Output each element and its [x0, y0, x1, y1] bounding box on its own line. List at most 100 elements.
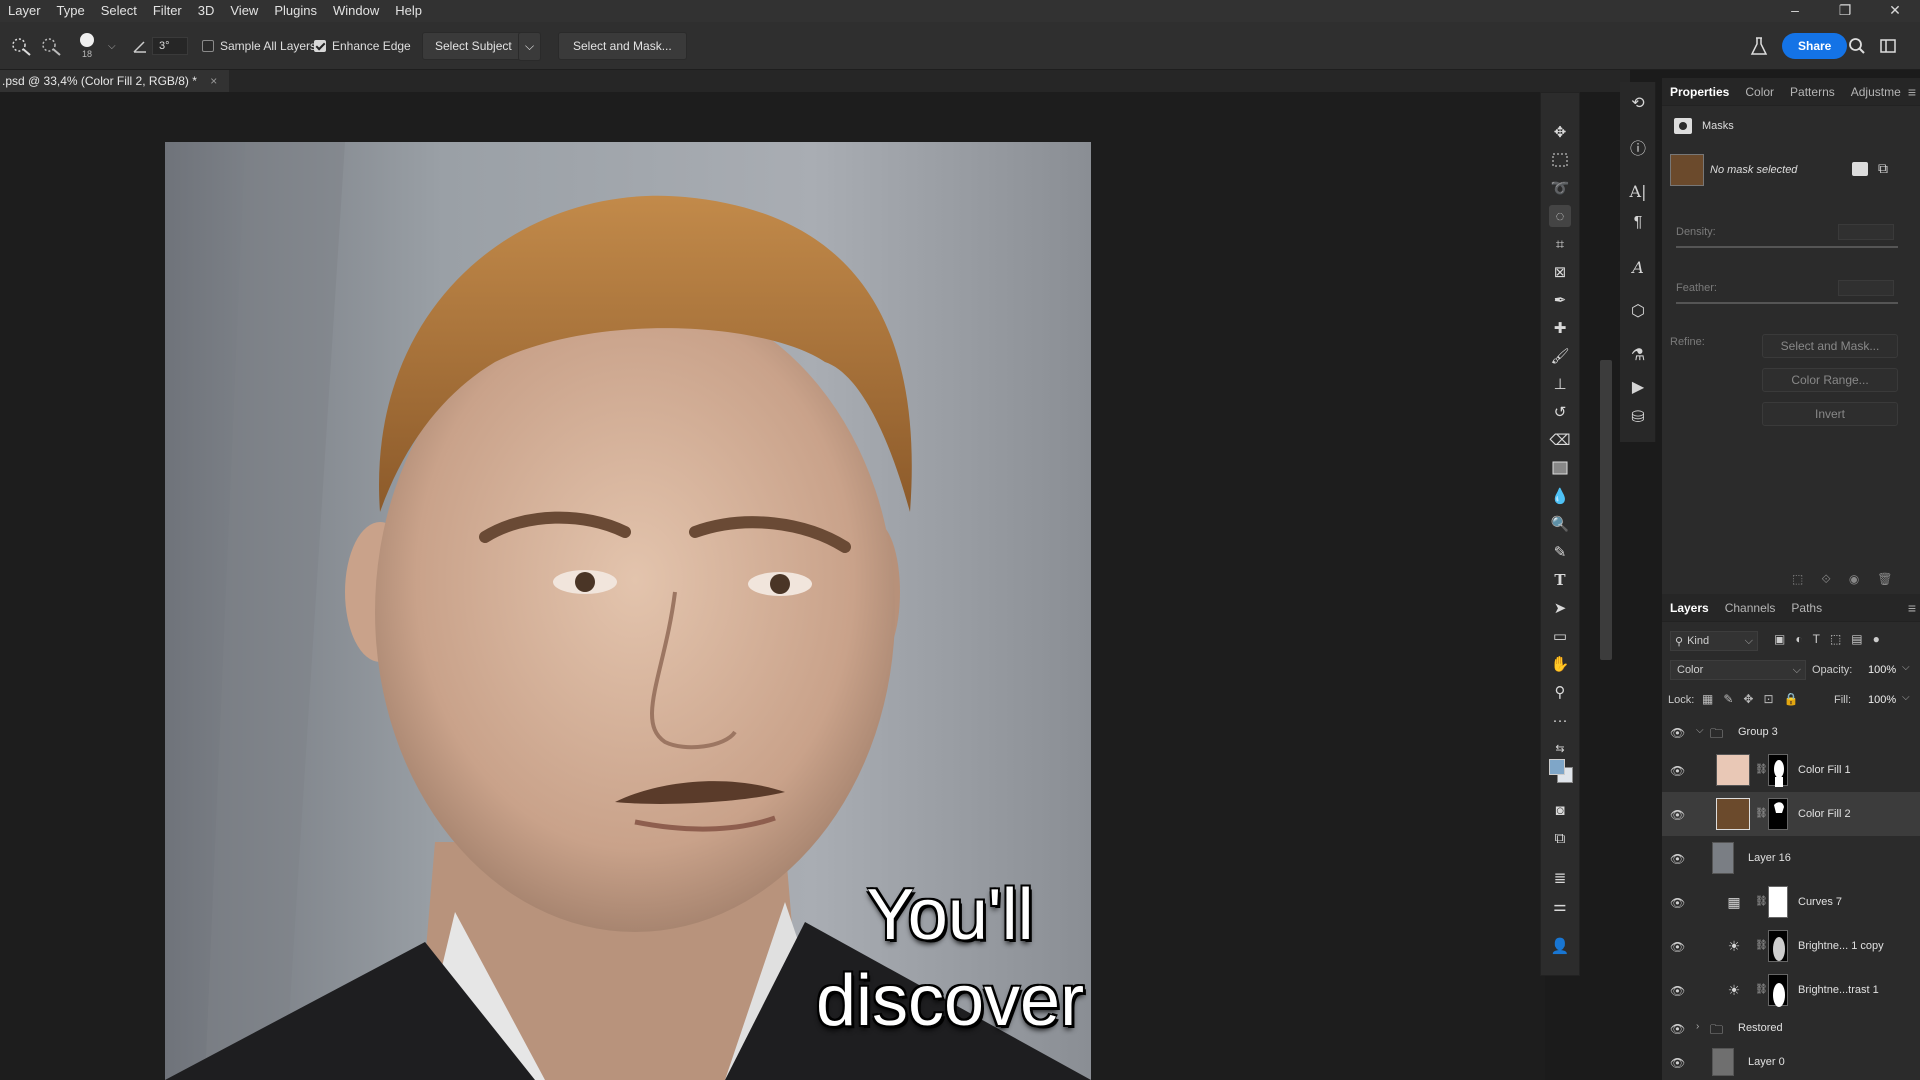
- color-swatches[interactable]: [1549, 759, 1573, 783]
- person-icon[interactable]: 👤: [1549, 935, 1571, 957]
- layer-row-color-fill-1[interactable]: 👁 ⛓ Color Fill 1: [1662, 748, 1920, 792]
- filter-smart-object-icon[interactable]: ▤: [1851, 632, 1862, 646]
- visibility-eye-icon[interactable]: 👁: [1670, 852, 1685, 866]
- lock-artboard-icon[interactable]: ⊡: [1763, 692, 1773, 706]
- link-chain-icon[interactable]: ⛓: [1755, 896, 1768, 907]
- layer-row-brightness-copy[interactable]: 👁 ☀ ⛓ Brightne... 1 copy: [1662, 924, 1920, 968]
- close-window-button[interactable]: ✕: [1870, 0, 1920, 22]
- visibility-eye-icon[interactable]: 👁: [1670, 726, 1685, 740]
- select-subject-button[interactable]: Select Subject: [422, 32, 525, 60]
- panel-menu-icon[interactable]: ≡: [1908, 84, 1916, 100]
- feather-field[interactable]: [1838, 280, 1894, 296]
- layer-mask-thumbnail[interactable]: [1768, 974, 1788, 1007]
- lock-position-icon[interactable]: ✥: [1743, 692, 1753, 706]
- pen-tool-icon[interactable]: ✎: [1549, 541, 1571, 563]
- menu-select[interactable]: Select: [93, 0, 145, 22]
- gradient-tool-icon[interactable]: [1549, 457, 1571, 479]
- visibility-eye-icon[interactable]: 👁: [1670, 808, 1685, 822]
- move-tool-icon[interactable]: ✥: [1549, 121, 1571, 143]
- apply-mask-icon[interactable]: ⟐: [1821, 572, 1830, 587]
- glyphs-icon[interactable]: A: [1627, 256, 1649, 278]
- quick-selection-tool-icon[interactable]: ◌: [1549, 205, 1571, 227]
- filter-toggle-icon[interactable]: ●: [1873, 632, 1880, 646]
- swap-colors-icon[interactable]: ⇆: [1549, 737, 1571, 759]
- filter-type-icon[interactable]: T: [1813, 632, 1820, 646]
- tab-adjustments[interactable]: Adjustme: [1843, 85, 1909, 99]
- actions-play-icon[interactable]: ▶: [1627, 376, 1649, 398]
- filter-pixel-icon[interactable]: ▣: [1774, 632, 1785, 646]
- type-tool-icon[interactable]: T: [1549, 569, 1571, 591]
- lock-all-icon[interactable]: 🔒: [1784, 692, 1799, 706]
- restore-button[interactable]: ❐: [1820, 0, 1870, 22]
- brush-tool-icon[interactable]: 🖌: [1549, 345, 1571, 367]
- layer-mask-thumbnail[interactable]: [1768, 886, 1788, 918]
- share-button[interactable]: Share: [1782, 33, 1848, 59]
- menu-type[interactable]: Type: [49, 0, 93, 22]
- add-pixel-mask-icon[interactable]: [1852, 162, 1868, 176]
- link-chain-icon[interactable]: ⛓: [1755, 764, 1768, 775]
- lock-transparent-icon[interactable]: ▦: [1702, 692, 1713, 706]
- layer-row-restored[interactable]: 👁 › 🗀 Restored: [1662, 1012, 1920, 1044]
- history-brush-tool-icon[interactable]: ↺: [1549, 401, 1571, 423]
- filter-shape-icon[interactable]: ⬚: [1830, 632, 1841, 646]
- feather-slider[interactable]: [1676, 302, 1898, 304]
- menu-window[interactable]: Window: [325, 0, 387, 22]
- chevron-down-icon[interactable]: ⌵: [1696, 725, 1704, 736]
- delete-mask-icon[interactable]: 🗑: [1877, 572, 1892, 587]
- path-selection-tool-icon[interactable]: ➤: [1549, 597, 1571, 619]
- healing-brush-tool-icon[interactable]: ✚: [1549, 317, 1571, 339]
- menu-view[interactable]: View: [222, 0, 266, 22]
- sample-all-layers-checkbox[interactable]: [202, 40, 214, 52]
- density-field[interactable]: [1838, 224, 1894, 240]
- layer-row-layer-16[interactable]: 👁 Layer 16: [1662, 836, 1920, 880]
- screen-mode-icon[interactable]: ⧉: [1549, 827, 1571, 849]
- minimize-button[interactable]: –: [1770, 0, 1820, 22]
- lock-pixels-icon[interactable]: ✎: [1723, 692, 1733, 706]
- select-and-mask-button[interactable]: Select and Mask...: [558, 32, 687, 60]
- kind-filter-dropdown[interactable]: ⚲ Kind ⌵: [1670, 631, 1758, 651]
- visibility-eye-icon[interactable]: 👁: [1670, 896, 1685, 910]
- visibility-eye-icon[interactable]: 👁: [1670, 940, 1685, 954]
- layer-row-brightness-contrast-1[interactable]: 👁 ☀ ⛓ Brightne...trast 1: [1662, 968, 1920, 1012]
- load-selection-icon[interactable]: ⬚: [1792, 572, 1803, 587]
- density-slider[interactable]: [1676, 246, 1898, 248]
- workspace-icon[interactable]: [1880, 22, 1900, 70]
- link-chain-icon[interactable]: ⛓: [1755, 808, 1768, 819]
- tab-color[interactable]: Color: [1737, 85, 1782, 99]
- menu-plugins[interactable]: Plugins: [266, 0, 325, 22]
- link-chain-icon[interactable]: ⛓: [1755, 984, 1768, 995]
- filter-adjustment-icon[interactable]: ◐: [1795, 632, 1802, 646]
- lasso-tool-icon[interactable]: ➰: [1549, 177, 1571, 199]
- info-icon[interactable]: ⓘ: [1627, 136, 1649, 158]
- 3d-cube-icon[interactable]: ⬡: [1627, 300, 1649, 322]
- tab-channels[interactable]: Channels: [1717, 601, 1784, 615]
- layer-row-layer-0[interactable]: 👁 Layer 0: [1662, 1044, 1920, 1080]
- tab-properties[interactable]: Properties: [1662, 85, 1737, 99]
- link-chain-icon[interactable]: ⛓: [1755, 940, 1768, 951]
- layer-mask-thumbnail[interactable]: [1768, 930, 1788, 962]
- layer-row-color-fill-2[interactable]: 👁 ⛓ Color Fill 2: [1662, 792, 1920, 836]
- enhance-edge-option[interactable]: Enhance Edge: [314, 22, 411, 70]
- menu-help[interactable]: Help: [387, 0, 430, 22]
- document-tab[interactable]: .psd @ 33,4% (Color Fill 2, RGB/8) * ×: [0, 70, 230, 92]
- close-tab-icon[interactable]: ×: [210, 74, 217, 88]
- flask-icon[interactable]: [1750, 22, 1768, 70]
- chevron-right-icon[interactable]: ›: [1696, 1021, 1699, 1032]
- brush-presets-icon[interactable]: ⚗: [1627, 344, 1649, 366]
- eraser-tool-icon[interactable]: ⌫: [1549, 429, 1571, 451]
- rectangle-tool-icon[interactable]: ▭: [1549, 625, 1571, 647]
- foreground-color-swatch[interactable]: [1549, 759, 1565, 775]
- history-icon[interactable]: ⟲: [1627, 92, 1649, 114]
- toggle-mask-icon[interactable]: ◉: [1849, 572, 1859, 587]
- layer-mask-thumbnail[interactable]: [1768, 798, 1788, 830]
- brush-settings-icon[interactable]: ≣: [1549, 867, 1571, 889]
- invert-button[interactable]: Invert: [1762, 402, 1898, 426]
- visibility-eye-icon[interactable]: 👁: [1670, 1056, 1685, 1070]
- add-vector-mask-icon[interactable]: ⧉: [1878, 160, 1888, 177]
- select-subject-dropdown[interactable]: ⌵: [518, 31, 542, 61]
- visibility-eye-icon[interactable]: 👁: [1670, 1022, 1685, 1036]
- fill-field[interactable]: 100%: [1868, 694, 1896, 706]
- menu-filter[interactable]: Filter: [145, 0, 190, 22]
- stamp-tool-icon[interactable]: ⊥: [1549, 373, 1571, 395]
- visibility-eye-icon[interactable]: 👁: [1670, 984, 1685, 998]
